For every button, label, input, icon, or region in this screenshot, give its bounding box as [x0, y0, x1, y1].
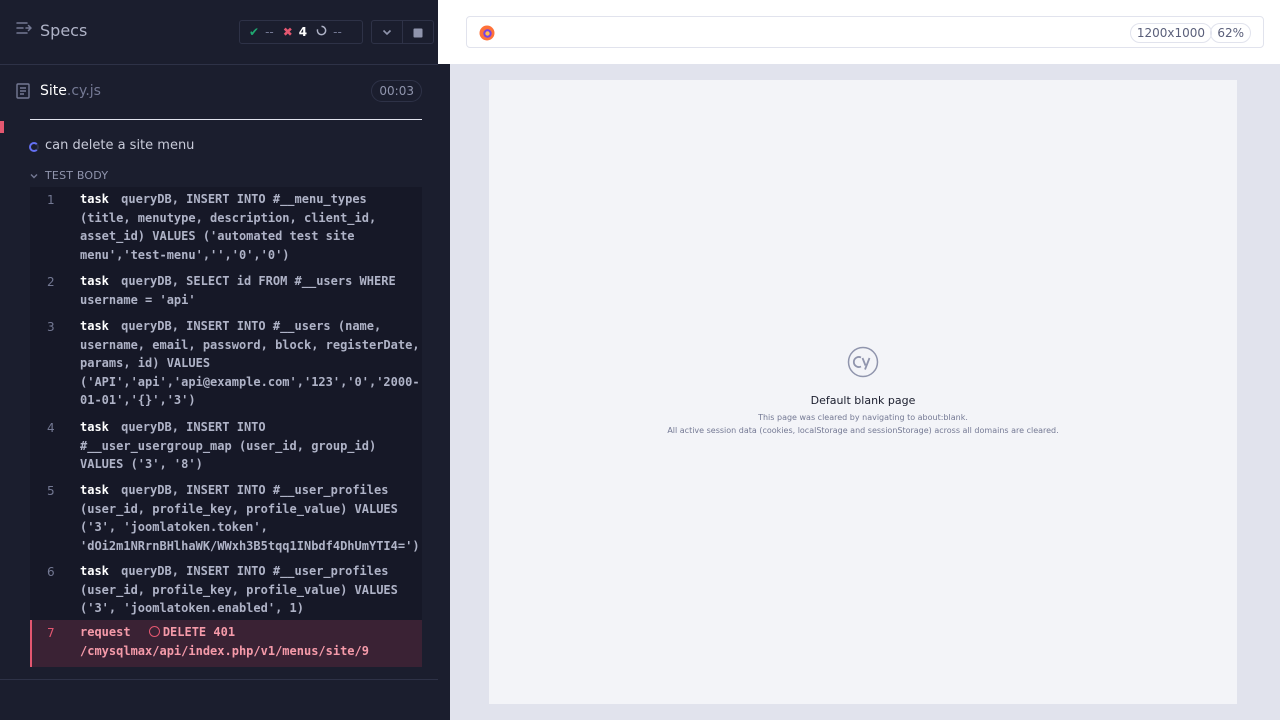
- blank-page-message: This page was cleared by navigating to a…: [758, 413, 968, 422]
- command-name: task: [80, 319, 109, 333]
- command-name: task: [80, 274, 109, 288]
- specs-list-icon: [16, 20, 33, 40]
- command-name: task: [80, 420, 109, 434]
- test-stats: ✔ -- ✖ 4 --: [239, 20, 363, 44]
- error-circle-icon: [148, 626, 160, 637]
- aut-iframe[interactable]: Default blank page This page was cleared…: [489, 80, 1237, 704]
- command-row[interactable]: 6 task queryDB, INSERT INTO #__user_prof…: [30, 559, 422, 621]
- running-spinner-icon: [29, 141, 39, 152]
- url-bar: 1200x1000 62%: [466, 16, 1264, 48]
- failed-count: ✖ 4: [282, 25, 308, 39]
- test-item[interactable]: can delete a site menu: [29, 138, 194, 153]
- test-body-label: TEST BODY: [45, 169, 109, 182]
- specs-label: Specs: [40, 20, 88, 40]
- runner-controls: [371, 20, 434, 44]
- specs-toggle-button[interactable]: Specs: [16, 20, 87, 40]
- command-number: 2: [47, 275, 55, 289]
- command-row-failed[interactable]: 7 request DELETE 401 /cmysqlmax/api/inde…: [30, 620, 422, 667]
- document-icon: [16, 83, 30, 103]
- command-name: request: [80, 625, 131, 639]
- aut-stage: Default blank page This page was cleared…: [450, 64, 1280, 720]
- command-message: queryDB, SELECT id FROM #__users WHERE u…: [80, 274, 396, 307]
- command-name: task: [80, 192, 109, 206]
- command-message: queryDB, INSERT INTO #__user_profiles (u…: [80, 564, 398, 615]
- command-message: queryDB, INSERT INTO #__user_usergroup_m…: [80, 420, 377, 471]
- stop-button[interactable]: [402, 21, 433, 43]
- command-number: 1: [47, 193, 55, 207]
- command-number: 4: [47, 421, 55, 435]
- command-row[interactable]: 3 task queryDB, INSERT INTO #__users (na…: [30, 314, 422, 414]
- reporter-footer-divider: [0, 679, 438, 680]
- pending-count: --: [316, 25, 342, 39]
- command-number: 6: [47, 565, 55, 579]
- passed-count: ✔ --: [249, 25, 274, 39]
- chevron-down-icon: [381, 23, 393, 42]
- reporter-panel: Specs ✔ -- ✖ 4 -- Site.cy.js 00:03 can d…: [0, 0, 438, 720]
- reporter-header: Specs ✔ -- ✖ 4 --: [0, 0, 438, 65]
- zoom-level-badge[interactable]: 62%: [1210, 23, 1251, 43]
- test-title: can delete a site menu: [45, 138, 195, 153]
- command-log: 1 task queryDB, INSERT INTO #__menu_type…: [30, 187, 422, 667]
- command-name: task: [80, 564, 109, 578]
- command-row[interactable]: 2 task queryDB, SELECT id FROM #__users …: [30, 269, 422, 313]
- command-row[interactable]: 1 task queryDB, INSERT INTO #__menu_type…: [30, 187, 422, 268]
- command-row[interactable]: 4 task queryDB, INSERT INTO #__user_user…: [30, 415, 422, 477]
- pending-icon: [316, 25, 327, 39]
- collapse-button[interactable]: [372, 21, 402, 43]
- viewport-size-badge[interactable]: 1200x1000: [1129, 23, 1212, 43]
- command-name: task: [80, 483, 109, 497]
- stop-icon: [413, 23, 423, 42]
- chevron-down-icon: [29, 166, 39, 185]
- blank-page-note: All active session data (cookies, localS…: [667, 426, 1059, 435]
- command-row[interactable]: 5 task queryDB, INSERT INTO #__user_prof…: [30, 478, 422, 558]
- spec-duration: 00:03: [371, 80, 422, 102]
- app-under-test-panel: 1200x1000 62% Default blank page This pa…: [438, 0, 1280, 720]
- blank-page-title: Default blank page: [810, 394, 916, 407]
- command-message: queryDB, INSERT INTO #__menu_types (titl…: [80, 192, 377, 262]
- command-number: 3: [47, 320, 55, 334]
- x-icon: ✖: [282, 25, 293, 39]
- progress-bar: [30, 119, 422, 120]
- test-body-toggle[interactable]: TEST BODY: [29, 166, 108, 185]
- panel-resize-gutter[interactable]: [438, 64, 450, 720]
- check-icon: ✔: [249, 25, 260, 39]
- spec-file-row: Site.cy.js 00:03: [16, 80, 422, 104]
- command-number: 5: [47, 484, 55, 498]
- firefox-icon: [479, 25, 495, 41]
- command-message: queryDB, INSERT INTO #__users (name, use…: [80, 319, 420, 407]
- cypress-logo-icon: [847, 346, 879, 378]
- spec-filename[interactable]: Site.cy.js: [40, 83, 101, 99]
- command-number: 7: [47, 626, 55, 640]
- command-message: queryDB, INSERT INTO #__user_profiles (u…: [80, 483, 420, 553]
- failure-indicator: [0, 121, 4, 133]
